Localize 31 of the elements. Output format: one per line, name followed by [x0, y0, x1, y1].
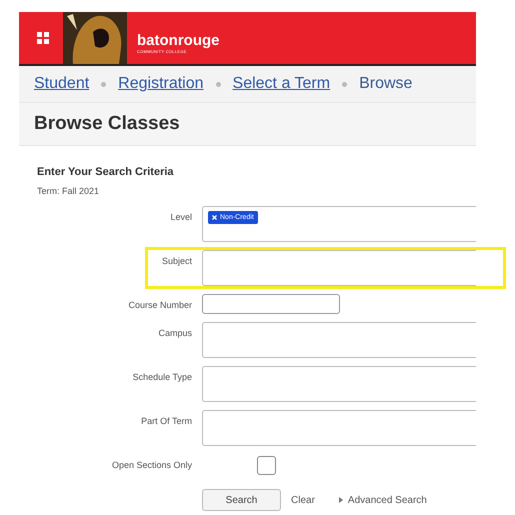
- term-label: Term: Fall 2021: [37, 186, 100, 196]
- input-field[interactable]: [202, 294, 340, 314]
- field-label: Campus: [157, 327, 192, 340]
- form-heading: Enter Your Search Criteria: [37, 166, 175, 178]
- separator-dot: [216, 82, 221, 86]
- mascot-drawing: [63, 12, 127, 64]
- select-field[interactable]: [202, 410, 476, 446]
- field-label: Level: [169, 211, 192, 224]
- breadcrumb-link[interactable]: Browse: [359, 75, 412, 93]
- remove-icon[interactable]: [212, 215, 217, 220]
- brand-name: batonrouge: [137, 32, 220, 48]
- breadcrumb-link[interactable]: Student: [34, 75, 90, 93]
- triangle-icon: [338, 497, 343, 503]
- select-field[interactable]: [202, 366, 476, 402]
- advanced-search-link[interactable]: Advanced Search: [338, 494, 427, 506]
- select-field[interactable]: [202, 250, 476, 286]
- field-label: Open Sections Only: [110, 459, 192, 472]
- field-label: Schedule Type: [132, 371, 192, 384]
- field-label: Part Of Term: [140, 415, 192, 428]
- separator-dot: [342, 82, 348, 86]
- page-title: Browse Classes: [34, 113, 180, 135]
- checkbox[interactable]: [257, 456, 276, 475]
- breadcrumb-link[interactable]: Select a Term: [232, 75, 330, 93]
- field-label: Course Number: [127, 299, 192, 312]
- breadcrumb-link[interactable]: Registration: [118, 75, 204, 93]
- search-button[interactable]: Search: [202, 489, 281, 511]
- field-label: Subject: [160, 255, 192, 268]
- select-field[interactable]: [202, 322, 476, 358]
- clear-link[interactable]: Clear: [291, 494, 315, 506]
- menu-icon[interactable]: [37, 32, 49, 44]
- separator-dot: [101, 82, 106, 86]
